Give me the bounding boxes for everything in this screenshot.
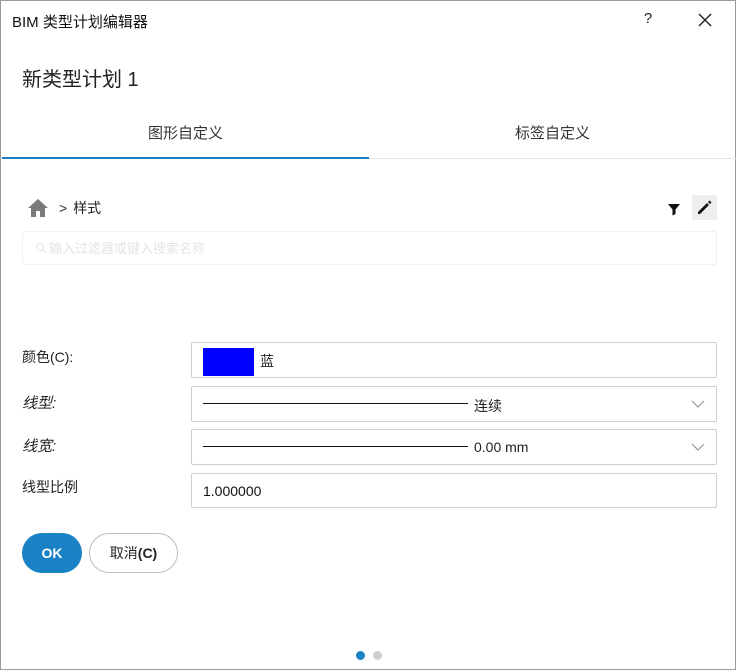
lineweight-value: 0.00 mm [474, 439, 529, 455]
page-dot-2[interactable] [373, 651, 382, 660]
breadcrumb: > 样式 [27, 197, 101, 219]
tab-graphics-custom[interactable]: 图形自定义 [2, 113, 369, 159]
search-icon [35, 242, 47, 254]
dialog-window: BIM 类型计划编辑器 ? 新类型计划 1 图形自定义 标签自定义 > 样式 输… [0, 0, 736, 670]
cancel-button[interactable]: 取消(C) [89, 533, 178, 573]
color-picker[interactable]: 蓝 [191, 342, 717, 378]
tab-label-custom[interactable]: 标签自定义 [369, 113, 736, 159]
linetype-scale-input[interactable] [192, 474, 716, 507]
linetype-label: 线型: [22, 395, 57, 412]
linetype-scale-label: 线型比例 [22, 479, 78, 495]
search-field[interactable] [22, 231, 717, 265]
color-label: 颜色(C): [22, 349, 74, 365]
tab-bar: 图形自定义 标签自定义 [2, 113, 736, 159]
page-title: 新类型计划 1 [22, 69, 139, 91]
search-input[interactable] [23, 232, 716, 264]
lineweight-label: 线宽: [22, 438, 57, 455]
lineweight-preview [203, 446, 468, 447]
cancel-button-label: 取消 [109, 545, 138, 561]
color-value: 蓝 [260, 353, 274, 369]
lineweight-dropdown[interactable]: 0.00 mm [191, 429, 717, 465]
linetype-dropdown[interactable]: 连续 [191, 386, 717, 422]
help-button[interactable]: ? [635, 6, 661, 32]
close-icon [698, 13, 712, 27]
cancel-shortcut: (C) [137, 545, 158, 561]
breadcrumb-current: 样式 [73, 200, 102, 216]
linetype-preview [203, 403, 468, 404]
linetype-scale-field[interactable] [191, 473, 717, 508]
close-button[interactable] [691, 6, 719, 34]
breadcrumb-separator: > [59, 200, 68, 216]
title-bar: BIM 类型计划编辑器 ? [1, 1, 735, 39]
pencil-icon [698, 200, 712, 214]
page-dot-1[interactable] [356, 651, 365, 660]
window-title: BIM 类型计划编辑器 [12, 14, 148, 31]
filter-button[interactable] [663, 198, 685, 220]
ok-button[interactable]: OK [22, 533, 82, 573]
edit-button[interactable] [692, 195, 717, 220]
home-icon[interactable] [27, 197, 49, 219]
chevron-down-icon[interactable] [690, 441, 706, 453]
color-swatch[interactable] [203, 348, 254, 376]
filter-icon [668, 204, 680, 216]
linetype-value: 连续 [474, 398, 502, 414]
pagination-dots [356, 651, 382, 660]
chevron-down-icon[interactable] [690, 398, 706, 410]
